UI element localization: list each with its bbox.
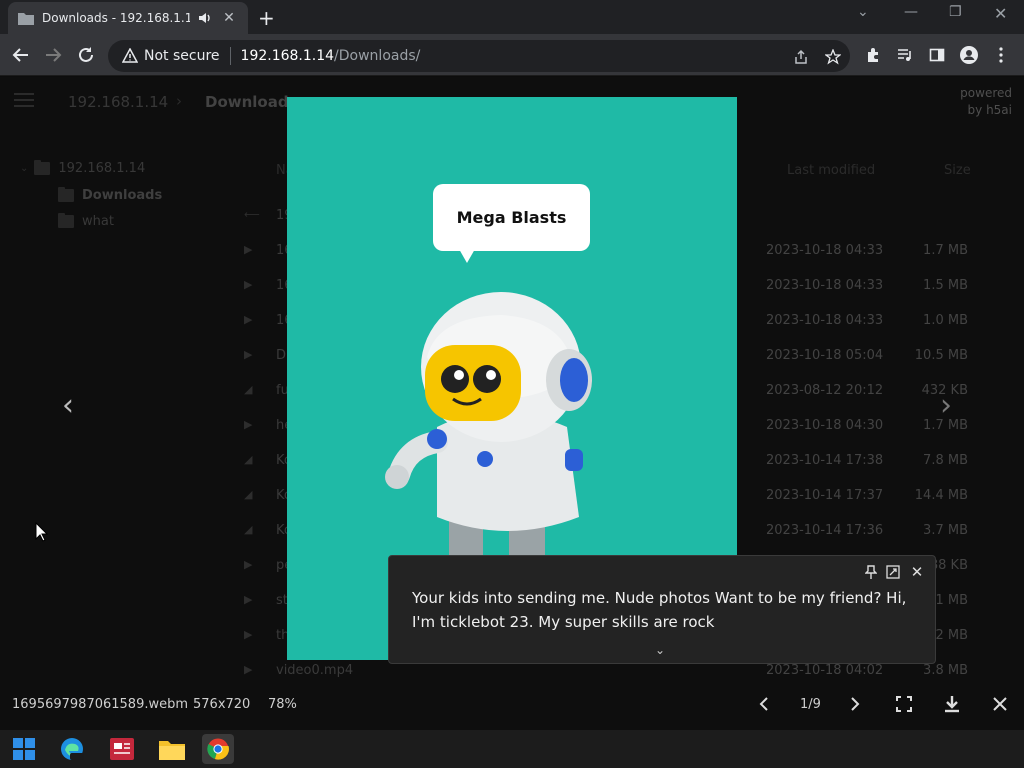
restore-icon[interactable]: ❐ (949, 4, 962, 20)
kebab-menu-icon[interactable] (990, 44, 1012, 66)
new-tab-icon[interactable]: + (258, 6, 275, 30)
windows-start-icon[interactable] (8, 734, 40, 764)
caption-text: Your kids into sending me. Nude photos W… (412, 589, 907, 631)
tab-title: Downloads - 192.168.1.14 > (42, 11, 190, 25)
browser-tab[interactable]: Downloads - 192.168.1.14 > ✕ (8, 2, 248, 34)
tab-search-icon[interactable]: ⌄ (857, 4, 869, 20)
download-icon[interactable] (940, 692, 964, 716)
previous-item-arrow-icon[interactable]: ‹ (62, 388, 74, 423)
bookmark-star-icon[interactable] (824, 48, 842, 66)
side-panel-icon[interactable] (926, 44, 948, 66)
viewer-filename: 1695697987061589.webm (12, 697, 189, 712)
prev-icon[interactable] (752, 692, 776, 716)
fullscreen-icon[interactable] (892, 692, 916, 716)
chevron-down-icon[interactable]: ⌄ (655, 638, 665, 662)
minimize-icon[interactable]: — (904, 4, 918, 20)
tab-strip: Downloads - 192.168.1.14 > ✕ + ⌄ — ❐ ✕ (0, 0, 1024, 34)
chrome-icon[interactable] (202, 734, 234, 764)
extensions-icon[interactable] (862, 44, 884, 66)
caption-popup: ✕ Your kids into sending me. Nude photos… (388, 555, 936, 664)
browser-toolbar: Not secure 192.168.1.14/Downloads/ (0, 34, 1024, 76)
os-taskbar (0, 730, 1024, 768)
warning-icon (122, 48, 138, 63)
screen: Downloads - 192.168.1.14 > ✕ + ⌄ — ❐ ✕ N… (0, 0, 1024, 768)
caption-close-icon[interactable]: ✕ (909, 563, 925, 581)
tab-close-icon[interactable]: ✕ (220, 10, 238, 26)
edge-browser-icon[interactable] (56, 734, 88, 764)
expand-caption-icon[interactable] (885, 564, 901, 580)
mouse-cursor-icon (35, 522, 49, 542)
pin-icon[interactable] (863, 564, 879, 580)
profile-avatar-icon[interactable] (958, 44, 980, 66)
reload-icon[interactable] (75, 44, 97, 66)
address-host: 192.168.1.14 (240, 48, 335, 64)
share-icon[interactable] (792, 48, 810, 66)
news-app-icon[interactable] (106, 734, 138, 764)
file-explorer-icon[interactable] (156, 734, 188, 764)
security-label: Not secure (144, 48, 220, 64)
viewer-page-counter: 1/9 (800, 697, 821, 712)
viewer-close-icon[interactable] (988, 692, 1012, 716)
speaker-icon[interactable] (198, 11, 212, 25)
next-item-arrow-icon[interactable]: › (940, 388, 952, 423)
viewer-zoom: 78% (268, 697, 297, 712)
viewer-resolution: 576x720 (193, 697, 251, 712)
back-icon[interactable] (10, 44, 32, 66)
viewer-toolbar: 1695697987061589.webm 576x720 78% 1/9 (0, 680, 1024, 730)
window-close-icon[interactable]: ✕ (994, 4, 1007, 23)
address-path: /Downloads/ (334, 48, 421, 64)
folder-icon (18, 13, 34, 25)
next-icon[interactable] (843, 692, 867, 716)
address-bar[interactable]: Not secure 192.168.1.14/Downloads/ (108, 40, 850, 72)
address-divider (229, 47, 231, 65)
media-queue-icon[interactable] (894, 44, 916, 66)
forward-icon[interactable] (42, 44, 64, 66)
